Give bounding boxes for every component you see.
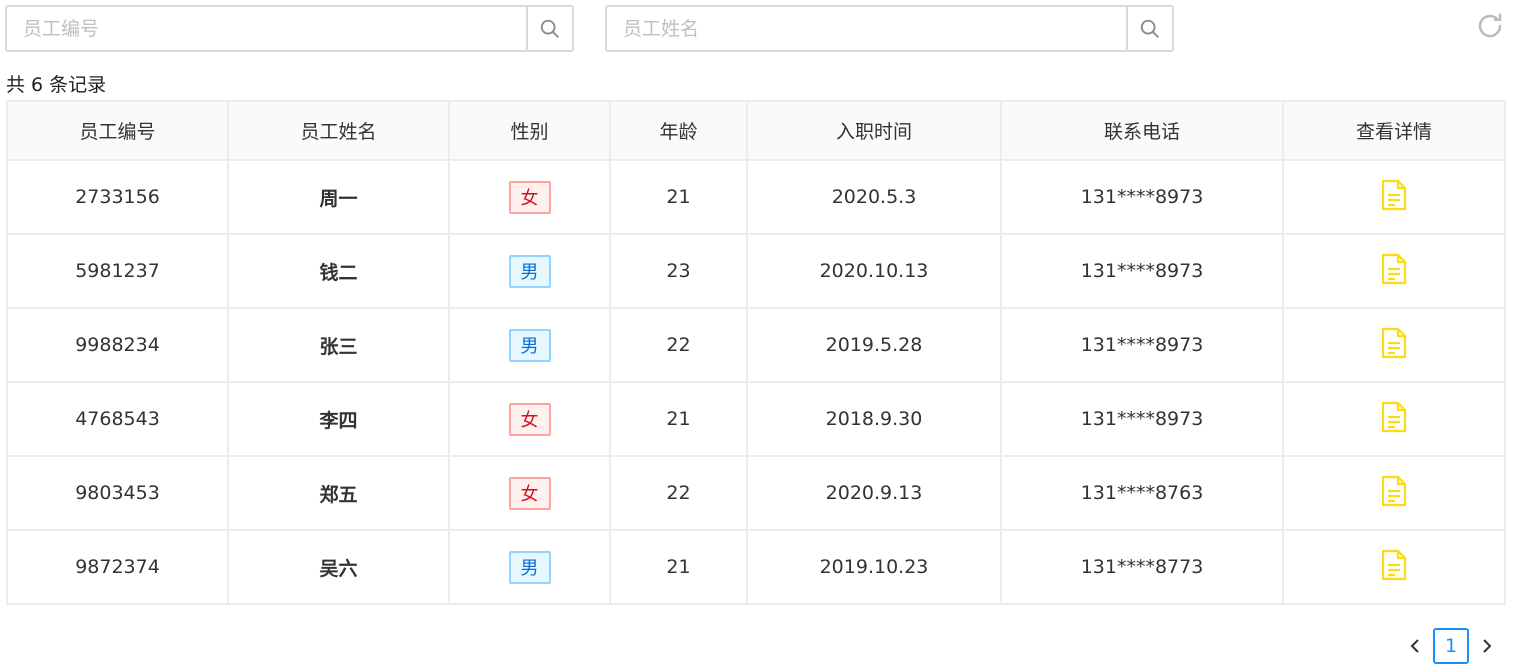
gender-cell: 女 [448,159,611,235]
phone-cell: 131****8973 [1000,233,1284,309]
column-header: 入职时间 [746,100,1002,161]
hire-date-cell: 2020.10.13 [746,233,1002,309]
gender-cell: 男 [448,233,611,309]
gender-tag: 女 [508,402,551,436]
page-number-current[interactable]: 1 [1433,628,1469,664]
column-header: 联系电话 [1000,100,1284,161]
file-text-icon[interactable] [1381,475,1407,512]
gender-cell: 女 [448,381,611,457]
employee-id-cell: 4768543 [6,381,229,457]
gender-tag: 男 [508,254,551,288]
chevron-left-icon [1410,639,1419,653]
employee-table: 员工编号 员工姓名 性别 年龄 入职时间 联系电话 查看详情 2733156 周一女 21 202… [6,100,1506,605]
refresh-button[interactable] [1474,10,1506,42]
gender-tag: 女 [508,180,551,214]
refresh-icon [1478,13,1502,38]
employee-name-search-button[interactable] [1126,7,1172,50]
column-header: 性别 [448,100,611,161]
file-text-icon[interactable] [1381,327,1407,364]
column-header: 员工姓名 [227,100,450,161]
employee-id-search [5,5,574,52]
employee-id-cell: 9988234 [6,307,229,383]
employee-name-input[interactable] [607,7,1126,50]
gender-tag: 男 [508,550,551,584]
detail-cell [1282,233,1506,309]
phone-cell: 131****8973 [1000,159,1284,235]
age-cell: 22 [609,307,748,383]
detail-cell [1282,159,1506,235]
age-cell: 23 [609,233,748,309]
age-cell: 21 [609,381,748,457]
file-text-icon[interactable] [1381,549,1407,586]
file-text-icon[interactable] [1381,401,1407,438]
phone-cell: 131****8973 [1000,381,1284,457]
employee-id-cell: 9872374 [6,529,229,605]
file-text-icon[interactable] [1381,253,1407,290]
detail-cell [1282,455,1506,531]
hire-date-cell: 2020.5.3 [746,159,1002,235]
table-row: 5981237 钱二 男 23 2020.10.13 131****8973 [6,233,1506,309]
gender-cell: 男 [448,529,611,605]
gender-cell: 女 [448,455,611,531]
hire-date-cell: 2020.9.13 [746,455,1002,531]
table-header-row: 员工编号 员工姓名 性别 年龄 入职时间 联系电话 查看详情 [6,100,1506,161]
detail-cell [1282,529,1506,605]
chevron-right-icon [1483,639,1492,653]
hire-date-cell: 2019.5.28 [746,307,1002,383]
employee-id-search-button[interactable] [526,7,572,50]
table-row: 4768543 李四 女 21 2018.9.30 131****8973 [6,381,1506,457]
prev-page-button[interactable] [1400,628,1430,664]
column-header: 查看详情 [1282,100,1506,161]
phone-cell: 131****8763 [1000,455,1284,531]
table-row: 9988234 张三 男 22 2019.5.28 131****8973 [6,307,1506,383]
employee-name-cell: 李四 [227,381,450,457]
column-header: 员工编号 [6,100,229,161]
column-header: 年龄 [609,100,748,161]
file-text-icon[interactable] [1381,179,1407,216]
detail-cell [1282,381,1506,457]
employee-name-cell: 钱二 [227,233,450,309]
age-cell: 21 [609,159,748,235]
search-icon [540,19,559,38]
employee-name-cell: 张三 [227,307,450,383]
table-row: 9872374 吴六 男 21 2019.10.23 131****8773 [6,529,1506,605]
age-cell: 22 [609,455,748,531]
age-cell: 21 [609,529,748,605]
detail-cell [1282,307,1506,383]
phone-cell: 131****8973 [1000,307,1284,383]
pagination: 1 [1400,628,1502,664]
gender-tag: 女 [508,476,551,510]
next-page-button[interactable] [1472,628,1502,664]
employee-id-input[interactable] [7,7,526,50]
hire-date-cell: 2018.9.30 [746,381,1002,457]
employee-name-cell: 周一 [227,159,450,235]
table-row: 9803453 郑五 女 22 2020.9.13 131****8763 [6,455,1506,531]
gender-cell: 男 [448,307,611,383]
employee-id-cell: 2733156 [6,159,229,235]
search-icon [1140,19,1159,38]
gender-tag: 男 [508,328,551,362]
employee-id-cell: 5981237 [6,233,229,309]
employee-name-cell: 郑五 [227,455,450,531]
employee-name-cell: 吴六 [227,529,450,605]
table-row: 2733156 周一 女 21 2020.5.3 131****8973 [6,159,1506,235]
employee-name-search [605,5,1174,52]
record-count: 共 6 条记录 [6,74,107,96]
hire-date-cell: 2019.10.23 [746,529,1002,605]
phone-cell: 131****8773 [1000,529,1284,605]
employee-id-cell: 9803453 [6,455,229,531]
